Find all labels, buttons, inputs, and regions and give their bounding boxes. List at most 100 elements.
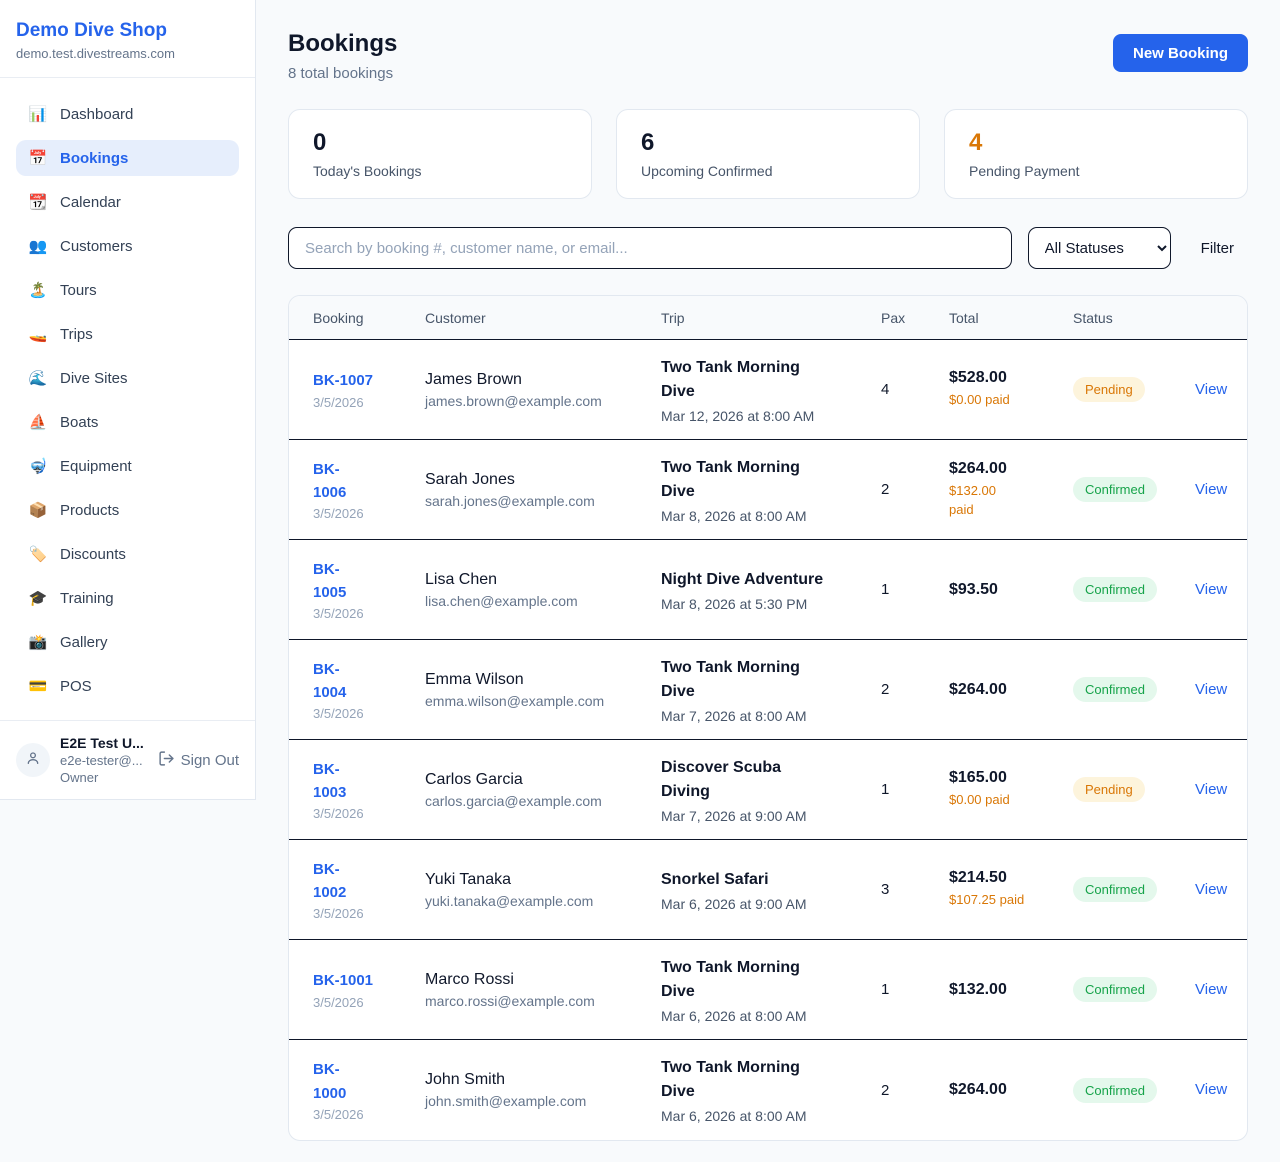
customer-name: Carlos Garcia xyxy=(425,771,649,789)
logout-icon xyxy=(158,750,175,771)
trip-name: Two Tank Morning Dive xyxy=(661,356,869,404)
dashboard-icon: 📊 xyxy=(28,105,48,123)
booking-date: 3/5/2026 xyxy=(313,906,413,921)
page-header: Bookings 8 total bookings New Booking xyxy=(288,30,1248,82)
stat-label: Upcoming Confirmed xyxy=(641,163,895,179)
sidebar-item-discounts[interactable]: 🏷️ Discounts xyxy=(16,536,239,572)
customer-email: yuki.tanaka@example.com xyxy=(425,893,649,909)
booking-date: 3/5/2026 xyxy=(313,395,413,410)
gallery-icon: 📸 xyxy=(28,633,48,651)
total-amount: $264.00 xyxy=(949,1081,1061,1099)
user-name: E2E Test U... xyxy=(60,735,148,751)
sidebar-user-section: E2E Test U... e2e-tester@... Owner Sign … xyxy=(0,720,255,799)
customer-email: marco.rossi@example.com xyxy=(425,993,649,1009)
table-row: BK-1007 3/5/2026 James Brown james.brown… xyxy=(289,340,1247,440)
sign-out-label: Sign Out xyxy=(181,752,239,769)
sign-out-button[interactable]: Sign Out xyxy=(158,750,239,771)
booking-id-link[interactable]: BK-1001 xyxy=(313,969,373,992)
view-link[interactable]: View xyxy=(1195,381,1227,398)
booking-date: 3/5/2026 xyxy=(313,506,413,521)
sidebar-item-training[interactable]: 🎓 Training xyxy=(16,580,239,616)
pax-count: 2 xyxy=(881,481,949,498)
booking-id-link[interactable]: BK- 1004 xyxy=(313,658,346,705)
sidebar-item-gallery[interactable]: 📸 Gallery xyxy=(16,624,239,660)
pax-count: 2 xyxy=(881,681,949,698)
sidebar-item-boats[interactable]: ⛵ Boats xyxy=(16,404,239,440)
booking-id-link[interactable]: BK- 1000 xyxy=(313,1058,346,1105)
sidebar-item-dive-sites[interactable]: 🌊 Dive Sites xyxy=(16,360,239,396)
trip-datetime: Mar 6, 2026 at 9:00 AM xyxy=(661,896,869,912)
booking-date: 3/5/2026 xyxy=(313,606,413,621)
sidebar-item-dashboard[interactable]: 📊 Dashboard xyxy=(16,96,239,132)
total-amount: $165.00 xyxy=(949,769,1061,787)
booking-date: 3/5/2026 xyxy=(313,806,413,821)
customers-icon: 👥 xyxy=(28,237,48,255)
training-icon: 🎓 xyxy=(28,589,48,607)
status-badge: Pending xyxy=(1073,377,1145,402)
user-email: e2e-tester@... xyxy=(60,753,148,768)
view-link[interactable]: View xyxy=(1195,881,1227,898)
sidebar-item-calendar[interactable]: 📆 Calendar xyxy=(16,184,239,220)
view-link[interactable]: View xyxy=(1195,981,1227,998)
trip-name: Night Dive Adventure xyxy=(661,568,869,592)
stat-value: 4 xyxy=(969,129,1223,157)
status-filter-select[interactable]: All Statuses xyxy=(1028,227,1171,269)
sidebar-item-bookings[interactable]: 📅 Bookings xyxy=(16,140,239,176)
sidebar-item-pos[interactable]: 💳 POS xyxy=(16,668,239,704)
booking-id-link[interactable]: BK- 1005 xyxy=(313,558,346,605)
search-input[interactable] xyxy=(288,227,1012,269)
sidebar: Demo Dive Shop demo.test.divestreams.com… xyxy=(0,0,256,800)
trip-datetime: Mar 6, 2026 at 8:00 AM xyxy=(661,1008,869,1024)
shop-name: Demo Dive Shop xyxy=(16,20,239,42)
column-header-booking: Booking xyxy=(313,310,425,326)
paid-amount: $0.00 paid xyxy=(949,791,1061,810)
view-link[interactable]: View xyxy=(1195,781,1227,798)
filter-button[interactable]: Filter xyxy=(1187,240,1248,257)
booking-date: 3/5/2026 xyxy=(313,1107,413,1122)
stat-label: Pending Payment xyxy=(969,163,1223,179)
boats-icon: ⛵ xyxy=(28,413,48,431)
new-booking-button[interactable]: New Booking xyxy=(1113,34,1248,72)
booking-id-link[interactable]: BK- 1003 xyxy=(313,758,346,805)
booking-id-link[interactable]: BK-1007 xyxy=(313,369,373,392)
status-badge: Confirmed xyxy=(1073,977,1157,1002)
booking-id-link[interactable]: BK- 1002 xyxy=(313,858,346,905)
column-header-status: Status xyxy=(1073,310,1195,326)
person-icon xyxy=(25,750,41,771)
view-link[interactable]: View xyxy=(1195,481,1227,498)
view-link[interactable]: View xyxy=(1195,1081,1227,1098)
paid-amount: $107.25 paid xyxy=(949,891,1061,910)
tours-icon: 🏝️ xyxy=(28,281,48,299)
sidebar-item-products[interactable]: 📦 Products xyxy=(16,492,239,528)
trip-name: Two Tank Morning Dive xyxy=(661,656,869,704)
sidebar-item-customers[interactable]: 👥 Customers xyxy=(16,228,239,264)
sidebar-header: Demo Dive Shop demo.test.divestreams.com xyxy=(0,0,255,78)
table-header-row: Booking Customer Trip Pax Total Status xyxy=(289,296,1247,340)
status-badge: Confirmed xyxy=(1073,577,1157,602)
total-amount: $132.00 xyxy=(949,981,1061,999)
sidebar-item-trips[interactable]: 🚤 Trips xyxy=(16,316,239,352)
sidebar-item-tours[interactable]: 🏝️ Tours xyxy=(16,272,239,308)
booking-id-link[interactable]: BK- 1006 xyxy=(313,458,346,505)
view-link[interactable]: View xyxy=(1195,681,1227,698)
stats-row: 0 Today's Bookings 6 Upcoming Confirmed … xyxy=(288,109,1248,199)
total-amount: $264.00 xyxy=(949,460,1061,478)
booking-date: 3/5/2026 xyxy=(313,995,413,1010)
main-content: Bookings 8 total bookings New Booking 0 … xyxy=(256,0,1280,1162)
table-row: BK- 1003 3/5/2026 Carlos Garcia carlos.g… xyxy=(289,740,1247,840)
total-bookings-count: 8 total bookings xyxy=(288,65,397,82)
booking-date: 3/5/2026 xyxy=(313,706,413,721)
pax-count: 3 xyxy=(881,881,949,898)
discounts-icon: 🏷️ xyxy=(28,545,48,563)
table-row: BK- 1005 3/5/2026 Lisa Chen lisa.chen@ex… xyxy=(289,540,1247,640)
sidebar-item-equipment[interactable]: 🤿 Equipment xyxy=(16,448,239,484)
trip-name: Snorkel Safari xyxy=(661,868,869,892)
column-header-total: Total xyxy=(949,310,1073,326)
view-link[interactable]: View xyxy=(1195,581,1227,598)
trip-name: Two Tank Morning Dive xyxy=(661,1056,869,1104)
filters-row: All Statuses Filter xyxy=(288,227,1248,269)
stat-card: 4 Pending Payment xyxy=(944,109,1248,199)
customer-email: john.smith@example.com xyxy=(425,1093,649,1109)
trip-name: Two Tank Morning Dive xyxy=(661,956,869,1004)
stat-card: 6 Upcoming Confirmed xyxy=(616,109,920,199)
